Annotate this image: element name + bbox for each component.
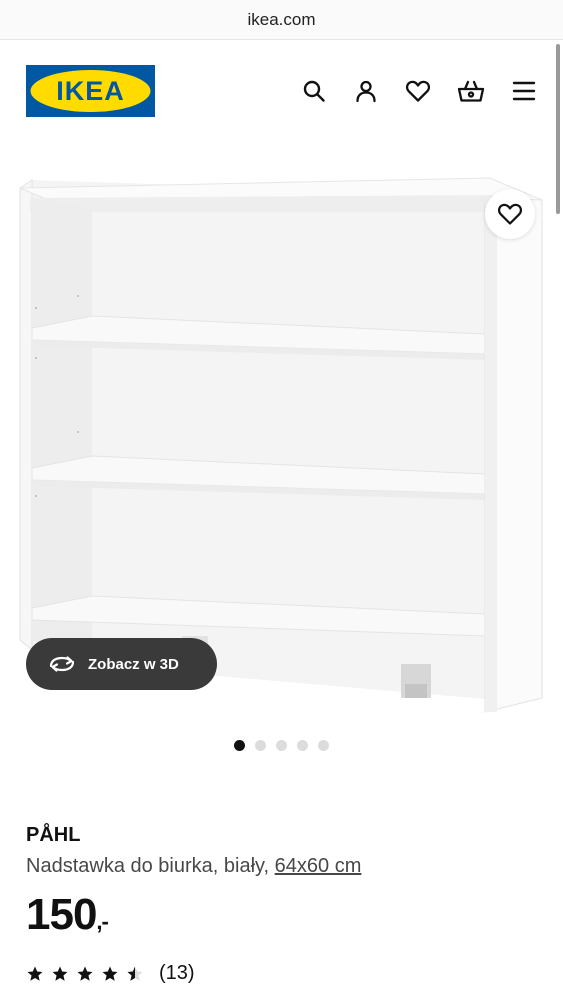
user-icon[interactable] bbox=[351, 76, 381, 106]
gallery-dot[interactable] bbox=[318, 740, 329, 751]
gallery-pagination bbox=[0, 740, 563, 752]
heart-icon bbox=[498, 203, 522, 225]
product-size-link[interactable]: 64x60 cm bbox=[275, 855, 362, 877]
star-full-icon bbox=[102, 966, 118, 981]
browser-url-bar[interactable]: ikea.com bbox=[0, 0, 563, 40]
url-text: ikea.com bbox=[247, 9, 316, 29]
gallery-dot[interactable] bbox=[255, 740, 266, 751]
star-full-icon bbox=[77, 966, 93, 981]
review-count[interactable]: (13) bbox=[159, 962, 195, 985]
star-full-icon bbox=[27, 966, 43, 981]
add-to-favorites-button[interactable] bbox=[485, 189, 535, 239]
logo-text: IKEA bbox=[56, 76, 125, 106]
product-rating[interactable]: (13) bbox=[26, 962, 195, 985]
view-in-3d-button[interactable]: Zobacz w 3D bbox=[26, 638, 217, 690]
rotate-3d-icon bbox=[49, 656, 75, 672]
price-suffix: ,- bbox=[96, 909, 108, 934]
basket-icon[interactable] bbox=[456, 76, 486, 106]
product-image-gallery[interactable]: Zobacz w 3D bbox=[0, 140, 563, 780]
star-full-icon bbox=[52, 966, 68, 981]
gallery-dot[interactable] bbox=[297, 740, 308, 751]
product-description: Nadstawka do biurka, biały, 64x60 cm bbox=[26, 855, 361, 878]
gallery-dot[interactable] bbox=[234, 740, 245, 751]
search-icon[interactable] bbox=[299, 76, 329, 106]
gallery-dot[interactable] bbox=[276, 740, 287, 751]
ikea-logo[interactable]: IKEA bbox=[26, 65, 155, 117]
heart-icon[interactable] bbox=[403, 76, 433, 106]
star-half-icon bbox=[127, 966, 143, 981]
menu-icon[interactable] bbox=[509, 76, 539, 106]
product-description-text: Nadstawka do biurka, biały, bbox=[26, 855, 275, 877]
site-header: IKEA bbox=[0, 40, 563, 140]
product-name: PÅHL bbox=[26, 824, 81, 846]
product-price: 150,- bbox=[26, 890, 109, 940]
view-in-3d-label: Zobacz w 3D bbox=[88, 655, 179, 673]
price-main: 150 bbox=[26, 890, 97, 939]
